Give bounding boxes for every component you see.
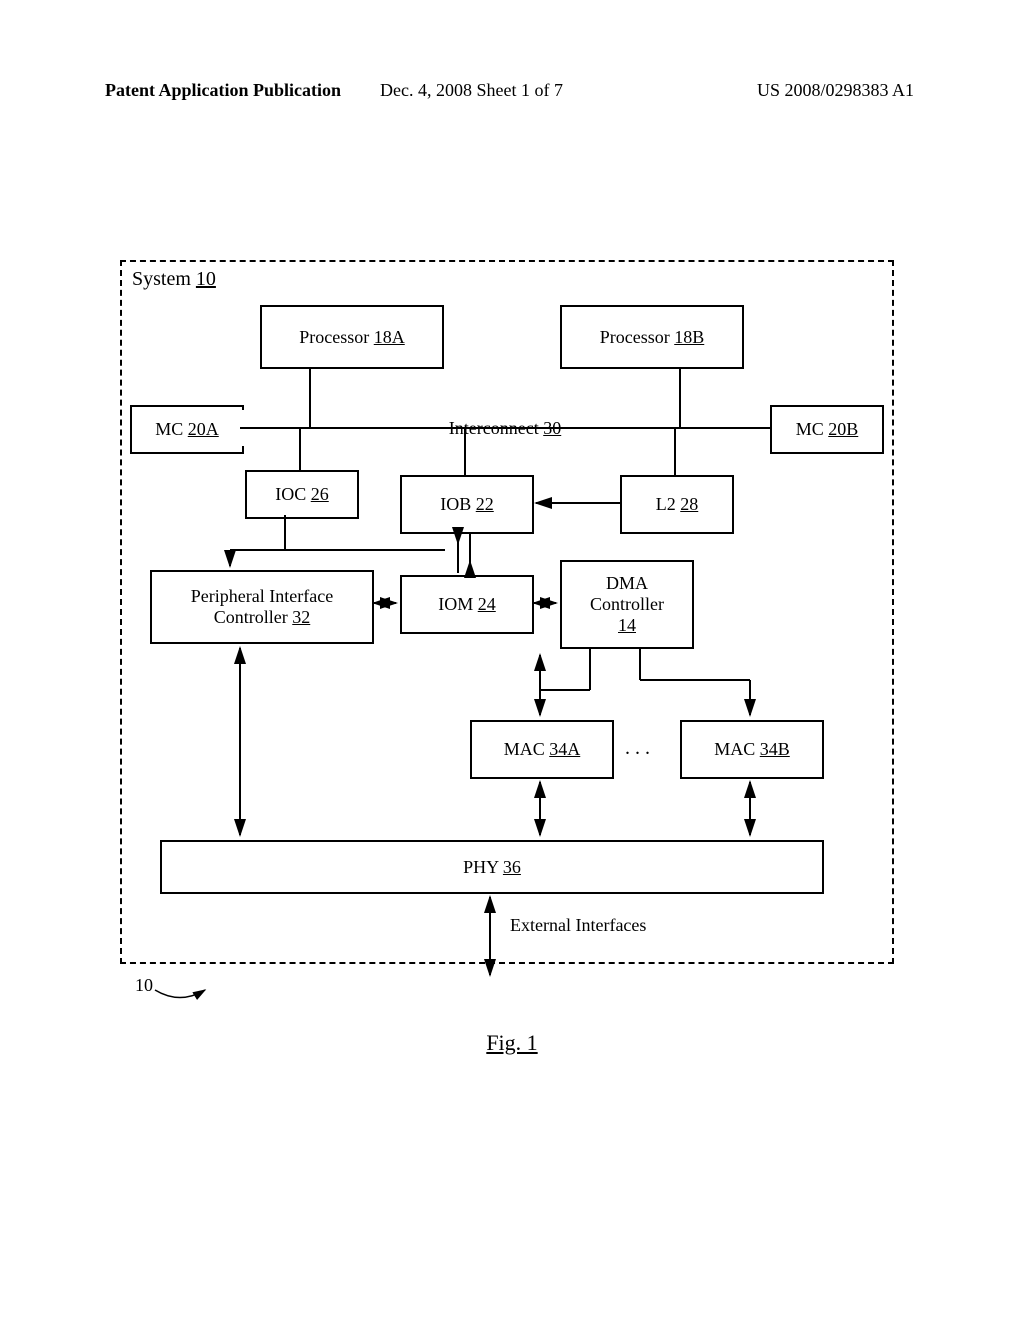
dma-line2: Controller	[590, 594, 664, 615]
l2-ref: 28	[680, 494, 698, 514]
block-interconnect: Interconnect 30	[240, 410, 770, 446]
figure-area: System 10 Processor 18A Processor 18B MC…	[120, 260, 890, 960]
interconnect-name: Interconnect	[449, 418, 539, 438]
proc-a-ref: 18A	[374, 327, 405, 347]
block-iom: IOM 24	[400, 575, 534, 634]
block-mac-b: MAC 34B	[680, 720, 824, 779]
mac-a-ref: 34A	[549, 739, 580, 759]
ioc-ref: 26	[311, 484, 329, 504]
ref-callout-10: 10	[135, 975, 153, 996]
proc-b-ref: 18B	[674, 327, 704, 347]
block-mc-b: MC 20B	[770, 405, 884, 454]
block-dma: DMA Controller 14	[560, 560, 694, 649]
iob-ref: 22	[476, 494, 494, 514]
interconnect-ref: 30	[543, 418, 561, 438]
mac-b-name: MAC	[714, 739, 755, 759]
block-pic: Peripheral Interface Controller 32	[150, 570, 374, 644]
block-l2: L2 28	[620, 475, 734, 534]
phy-name: PHY	[463, 857, 498, 877]
block-processor-a: Processor 18A	[260, 305, 444, 369]
block-processor-b: Processor 18B	[560, 305, 744, 369]
dma-ref: 14	[618, 615, 636, 636]
mc-a-name: MC	[155, 419, 183, 439]
dma-line1: DMA	[606, 573, 648, 594]
iom-name: IOM	[438, 594, 473, 614]
block-ioc: IOC 26	[245, 470, 359, 519]
mc-a-ref: 20A	[188, 419, 219, 439]
phy-ref: 36	[503, 857, 521, 877]
ref-callout-text: 10	[135, 975, 153, 995]
proc-a-name: Processor	[299, 327, 369, 347]
external-interfaces-label: External Interfaces	[510, 915, 646, 936]
block-phy: PHY 36	[160, 840, 824, 894]
pic-line2: Controller	[214, 607, 288, 627]
block-iob: IOB 22	[400, 475, 534, 534]
header-left: Patent Application Publication	[105, 80, 341, 101]
mac-b-ref: 34B	[760, 739, 790, 759]
iom-ref: 24	[478, 594, 496, 614]
mac-ellipsis: . . .	[625, 737, 650, 760]
header-center: Dec. 4, 2008 Sheet 1 of 7	[380, 80, 563, 101]
figure-caption-text: Fig. 1	[486, 1030, 537, 1055]
system-label-text: System	[132, 268, 191, 290]
system-label: System 10	[132, 268, 216, 291]
system-label-ref: 10	[196, 268, 216, 290]
header-right: US 2008/0298383 A1	[757, 80, 914, 101]
block-mc-a: MC 20A	[130, 405, 244, 454]
mc-b-name: MC	[796, 419, 824, 439]
iob-name: IOB	[440, 494, 471, 514]
block-mac-a: MAC 34A	[470, 720, 614, 779]
figure-caption: Fig. 1	[0, 1030, 1024, 1056]
l2-name: L2	[656, 494, 676, 514]
pic-ref: 32	[292, 607, 310, 627]
mac-a-name: MAC	[504, 739, 545, 759]
mc-b-ref: 20B	[828, 419, 858, 439]
ioc-name: IOC	[275, 484, 306, 504]
pic-line1: Peripheral Interface	[191, 586, 333, 607]
proc-b-name: Processor	[600, 327, 670, 347]
